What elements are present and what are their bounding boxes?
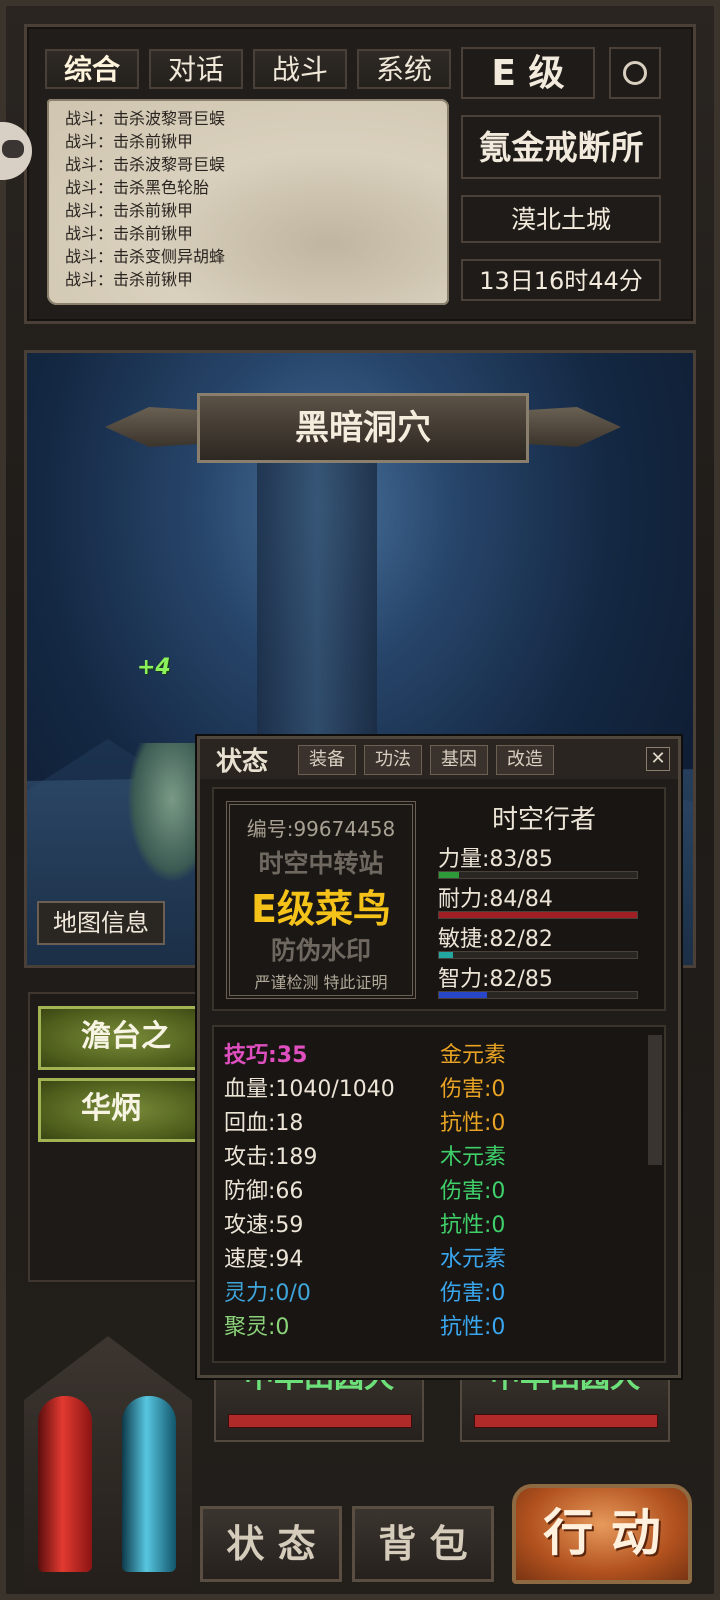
attr-bar-fill bbox=[439, 912, 637, 918]
pet-hp-bar bbox=[228, 1414, 412, 1428]
log-line: 战斗：击杀前锹甲 bbox=[65, 132, 194, 151]
character-name: 时空行者 bbox=[491, 805, 596, 835]
left-stat: 血量:1040/1040 bbox=[224, 1077, 395, 1102]
right-stat: 水元素 bbox=[440, 1247, 507, 1272]
tab-modification[interactable]: 改造 bbox=[496, 745, 554, 775]
right-stat: 伤害:0 bbox=[440, 1077, 506, 1102]
certificate-footer: 严谨检测 特此证明 bbox=[254, 973, 388, 992]
rank-title: E级菜鸟 bbox=[251, 887, 391, 931]
certificate-line: 时空中转站 bbox=[258, 849, 384, 878]
gear-icon bbox=[623, 61, 647, 85]
close-icon[interactable]: ✕ bbox=[646, 747, 670, 771]
right-stat: 伤害:0 bbox=[440, 1179, 506, 1204]
log-line: 战斗：击杀前锹甲 bbox=[65, 224, 194, 243]
settings-button[interactable] bbox=[609, 47, 661, 99]
bag-button[interactable]: 背 包 bbox=[352, 1506, 494, 1582]
map-info-button[interactable]: 地图信息 bbox=[37, 901, 165, 945]
left-stat: 聚灵:0 bbox=[224, 1315, 290, 1340]
location-label: 漠北土城 bbox=[461, 195, 661, 243]
status-dialog: 状态 装备 功法 基因 改造 ✕ 编号:99674458 时空中转站 E级菜鸟 … bbox=[197, 736, 681, 1378]
tab-general[interactable]: 综合 bbox=[45, 49, 139, 89]
scrollbar[interactable] bbox=[648, 1035, 662, 1165]
attr-bar-fill bbox=[439, 992, 487, 998]
hp-vial bbox=[38, 1396, 92, 1572]
battle-log[interactable]: 战斗：击杀波黎哥巨蜈 战斗：击杀前锹甲 战斗：击杀波黎哥巨蜈 战斗：击杀黑色轮胎… bbox=[47, 99, 449, 305]
grade-badge: E 级 bbox=[461, 47, 595, 99]
dialog-header: 状态 装备 功法 基因 改造 ✕ bbox=[200, 739, 678, 779]
npc-button[interactable]: 华炳 bbox=[38, 1078, 208, 1142]
log-line: 战斗：击杀前锹甲 bbox=[65, 270, 194, 289]
left-stat: 攻击:189 bbox=[224, 1145, 318, 1170]
dialog-title[interactable]: 状态 bbox=[216, 741, 268, 778]
npc-button[interactable]: 澹台之 bbox=[38, 1006, 208, 1070]
map-title-banner: 黑暗洞穴 bbox=[105, 391, 621, 469]
attr-bar bbox=[438, 951, 638, 959]
certificate-line: 防伪水印 bbox=[270, 936, 371, 965]
tab-equipment[interactable]: 装备 bbox=[298, 745, 356, 775]
left-stat: 速度:94 bbox=[224, 1247, 304, 1272]
tab-skills[interactable]: 功法 bbox=[364, 745, 422, 775]
pet-hp-bar bbox=[474, 1414, 658, 1428]
floating-gain-text: +4 bbox=[137, 655, 171, 680]
tab-genes[interactable]: 基因 bbox=[430, 745, 488, 775]
npc-list: 澹台之 华炳 bbox=[28, 992, 208, 1282]
top-panel: 综合 对话 战斗 系统 战斗：击杀波黎哥巨蜈 战斗：击杀前锹甲 战斗：击杀波黎哥… bbox=[24, 24, 696, 324]
log-line: 战斗：击杀波黎哥巨蜈 bbox=[65, 109, 226, 128]
mp-vial bbox=[122, 1396, 176, 1572]
right-stat: 抗性:0 bbox=[440, 1213, 506, 1238]
left-stat: 技巧:35 bbox=[224, 1043, 308, 1068]
character-summary: 编号:99674458 时空中转站 E级菜鸟 防伪水印 严谨检测 特此证明 时空… bbox=[212, 787, 666, 1011]
attr-intelligence: 智力:82/85 bbox=[438, 967, 553, 992]
right-stat: 木元素 bbox=[440, 1145, 507, 1170]
right-stat: 抗性:0 bbox=[440, 1111, 506, 1136]
status-button[interactable]: 状 态 bbox=[200, 1506, 342, 1582]
left-stat: 防御:66 bbox=[224, 1179, 304, 1204]
attr-bar-fill bbox=[439, 872, 459, 878]
attr-agility: 敏捷:82/82 bbox=[438, 927, 553, 952]
attr-stamina: 耐力:84/84 bbox=[438, 887, 553, 912]
tab-system[interactable]: 系统 bbox=[357, 49, 451, 89]
rank-certificate: 编号:99674458 时空中转站 E级菜鸟 防伪水印 严谨检测 特此证明 bbox=[226, 801, 416, 999]
map-title: 黑暗洞穴 bbox=[197, 393, 529, 463]
guild-name[interactable]: 氪金戒断所 bbox=[461, 115, 661, 179]
left-stat: 攻速:59 bbox=[224, 1213, 304, 1238]
log-line: 战斗：击杀黑色轮胎 bbox=[65, 178, 210, 197]
log-line: 战斗：击杀前锹甲 bbox=[65, 201, 194, 220]
log-line: 战斗：击杀变侧异胡蜂 bbox=[65, 247, 226, 266]
cave-pillar bbox=[257, 443, 377, 743]
attr-bar bbox=[438, 991, 638, 999]
right-stat: 金元素 bbox=[440, 1043, 507, 1068]
left-stat: 回血:18 bbox=[224, 1111, 304, 1136]
tab-dialog[interactable]: 对话 bbox=[149, 49, 243, 89]
action-button[interactable]: 行 动 bbox=[512, 1484, 692, 1584]
game-time: 13日16时44分 bbox=[461, 259, 661, 301]
player-id: 编号:99674458 bbox=[246, 817, 396, 841]
left-stat: 灵力:0/0 bbox=[224, 1281, 311, 1306]
attr-bar bbox=[438, 871, 638, 879]
attr-bar bbox=[438, 911, 638, 919]
right-stat: 伤害:0 bbox=[440, 1281, 506, 1306]
attr-bar-fill bbox=[439, 952, 453, 958]
stats-panel[interactable]: 技巧:35 血量:1040/1040 回血:18 攻击:189 防御:66 攻速:59 速度… bbox=[212, 1025, 666, 1363]
right-stat: 抗性:0 bbox=[440, 1315, 506, 1340]
log-line: 战斗：击杀波黎哥巨蜈 bbox=[65, 155, 226, 174]
tab-battle[interactable]: 战斗 bbox=[253, 49, 347, 89]
attr-strength: 力量:83/85 bbox=[438, 847, 553, 872]
